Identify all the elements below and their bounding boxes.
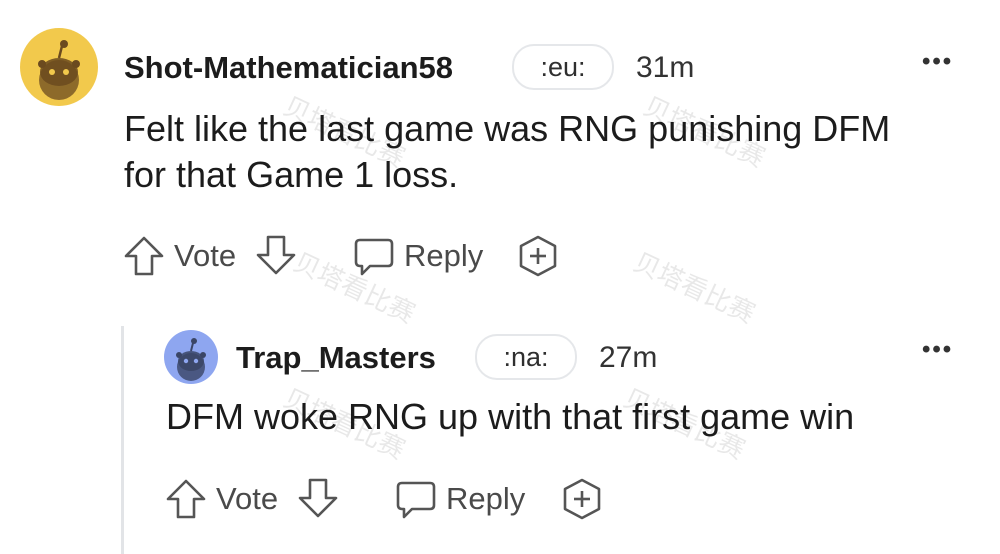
comment-username[interactable]: Trap_Masters — [236, 340, 436, 376]
comment-username[interactable]: Shot-Mathematician58 — [124, 50, 453, 86]
reply-button[interactable]: Reply — [394, 476, 525, 522]
downvote-arrow-icon — [256, 235, 296, 275]
upvote-arrow-icon — [124, 236, 164, 276]
comment-body-line: Felt like the last game was RNG punishin… — [124, 108, 891, 149]
upvote-arrow-icon — [166, 479, 206, 519]
user-flair: :na: — [475, 334, 577, 380]
more-options-icon[interactable]: ••• — [922, 336, 953, 364]
comment-body-line: DFM woke RNG up with that first game win — [166, 396, 855, 437]
vote-label: Vote — [216, 481, 279, 516]
upvote-button[interactable]: Vote — [122, 233, 236, 279]
reply-label: Reply — [404, 238, 484, 273]
downvote-arrow-icon — [298, 478, 338, 518]
award-button[interactable] — [560, 477, 604, 526]
user-flair: :eu: — [512, 44, 614, 90]
downvote-button[interactable] — [254, 233, 298, 282]
avatar[interactable] — [20, 28, 98, 106]
avatar[interactable] — [164, 330, 218, 384]
reply-button[interactable]: Reply — [352, 233, 483, 279]
comment-timestamp: 31m — [636, 51, 695, 84]
thread-line[interactable] — [121, 326, 124, 554]
award-plus-icon — [519, 235, 557, 277]
speech-bubble-icon — [396, 481, 436, 519]
upvote-button[interactable]: Vote — [164, 476, 278, 522]
more-options-icon[interactable]: ••• — [922, 48, 953, 76]
speech-bubble-icon — [354, 238, 394, 276]
award-button[interactable] — [516, 234, 560, 283]
comment-timestamp: 27m — [599, 341, 658, 374]
vote-label: Vote — [174, 238, 237, 273]
snoo-icon — [38, 40, 80, 100]
snoo-icon — [176, 338, 206, 381]
watermark: 贝塔看比赛 — [628, 247, 760, 330]
award-plus-icon — [563, 478, 601, 520]
comment-body-line: for that Game 1 loss. — [124, 154, 459, 195]
comment-body: DFM woke RNG up with that first game win — [166, 394, 966, 440]
comment-body: Felt like the last game was RNG punishin… — [124, 106, 984, 198]
downvote-button[interactable] — [296, 476, 340, 525]
reply-label: Reply — [446, 481, 526, 516]
